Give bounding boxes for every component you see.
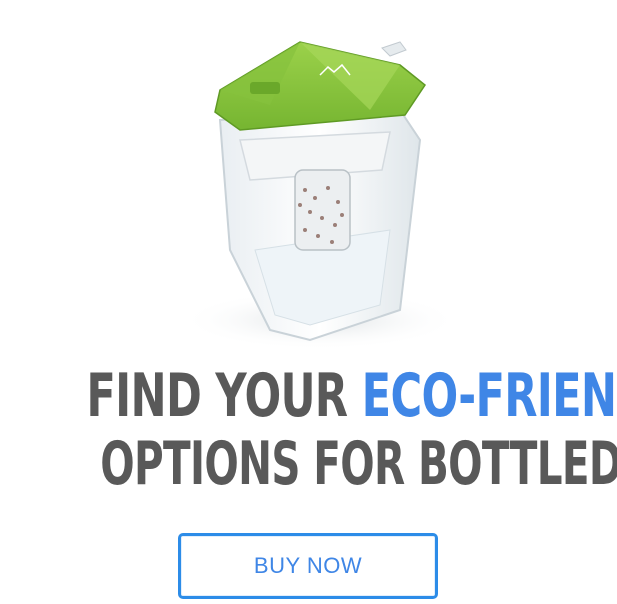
headline-line-1: FIND YOUR ECO-FRIENDLY xyxy=(86,361,617,431)
headline-accent: ECO-FRIENDLY xyxy=(361,361,617,431)
buy-now-button[interactable]: BUY NOW xyxy=(178,533,438,599)
headline-line-2: OPTIONS FOR BOTTLED WATER xyxy=(100,429,617,499)
headline-prefix: FIND YOUR xyxy=(86,361,362,431)
promo-page: FIND YOUR ECO-FRIENDLY OPTIONS FOR BOTTL… xyxy=(0,0,617,604)
water-filter-pitcher-image xyxy=(180,41,460,350)
